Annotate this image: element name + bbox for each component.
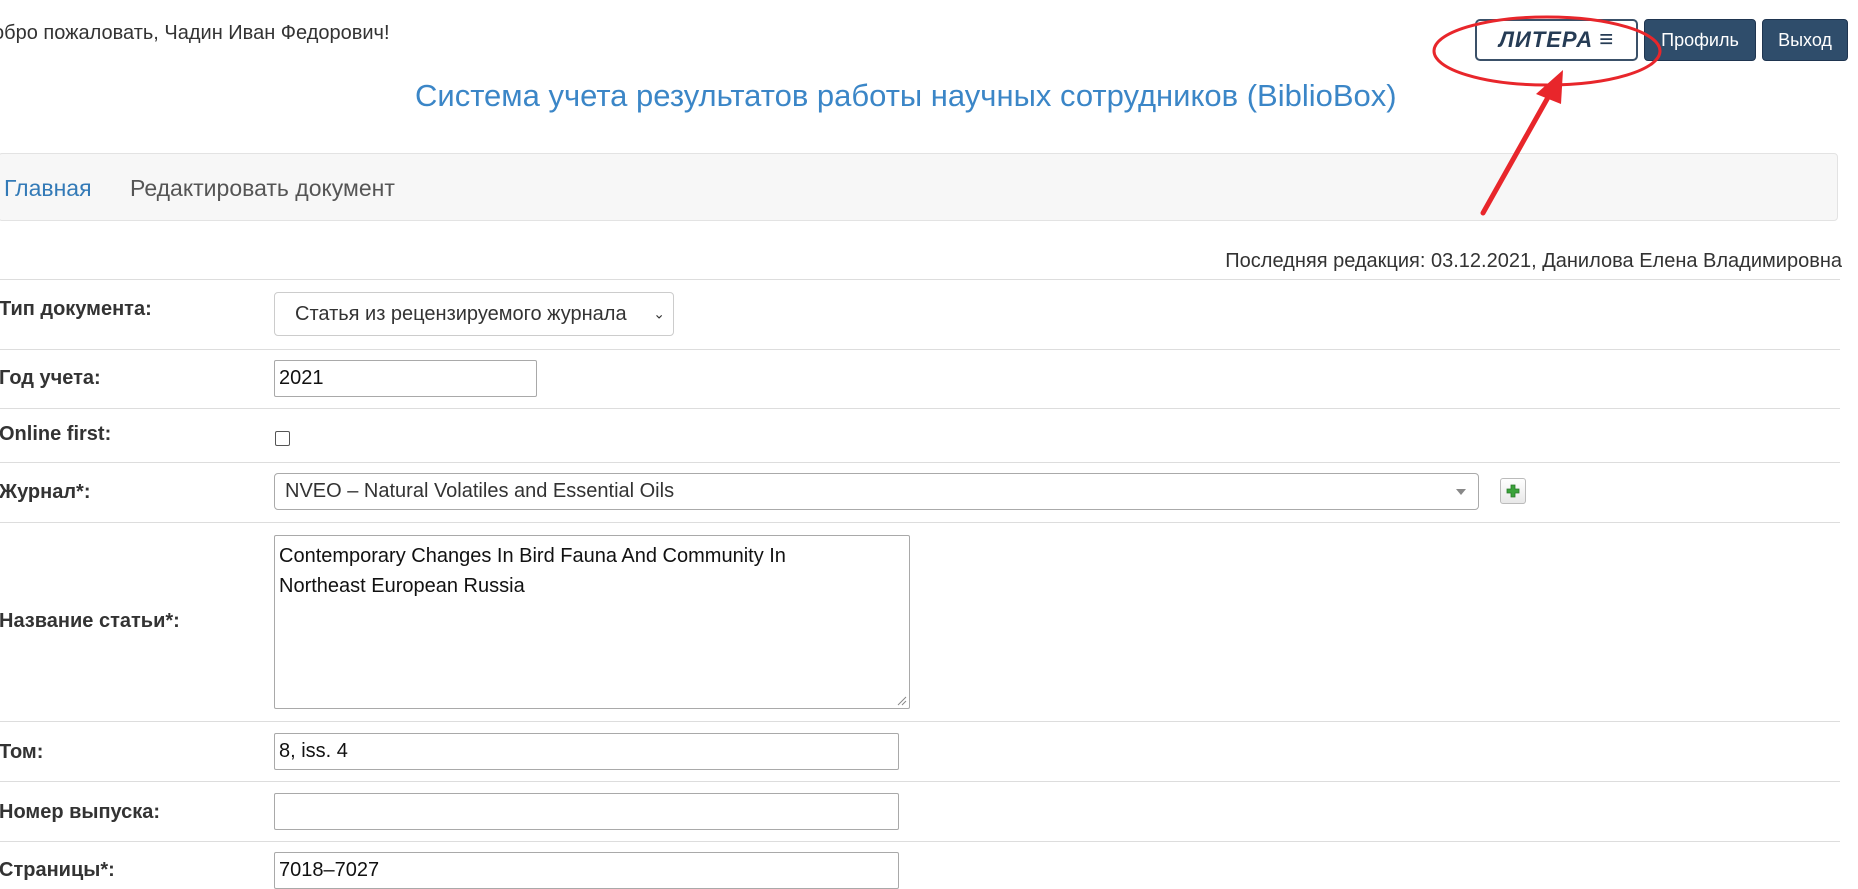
profile-button[interactable]: Профиль: [1644, 19, 1756, 61]
online-first-checkbox[interactable]: [275, 431, 290, 446]
form-row-separator: [0, 781, 1840, 782]
welcome-text: обро пожаловать, Чадин Иван Федорович!: [0, 22, 390, 44]
add-journal-button[interactable]: [1500, 478, 1526, 504]
chevron-down-icon: ⌄: [653, 305, 665, 322]
form-row-separator: [0, 279, 1840, 280]
dropdown-arrow-icon: [1456, 488, 1466, 495]
pages-label: Страницы*:: [0, 859, 115, 881]
resize-grip-icon[interactable]: [897, 696, 907, 706]
year-label: Год учета:: [0, 367, 101, 389]
breadcrumb-navbar: Главная Редактировать документ: [0, 153, 1838, 221]
annotation-overlay: [1432, 15, 1662, 216]
litera-label: ЛИТЕРА: [1498, 27, 1594, 52]
annotation-arrow-head: [1536, 70, 1563, 104]
year-input[interactable]: 2021: [274, 360, 537, 397]
plus-icon: [1506, 484, 1520, 498]
form-row-separator: [0, 841, 1840, 842]
last-edit-info: Последняя редакция: 03.12.2021, Данилова…: [1225, 250, 1842, 272]
hamburger-icon: ≡: [1599, 26, 1615, 53]
article-title-label: Название статьи*:: [0, 610, 180, 632]
article-title-textarea[interactable]: Contemporary Changes In Bird Fauna And C…: [274, 535, 910, 709]
issue-label: Номер выпуска:: [0, 801, 161, 823]
online-first-label: Online first:: [0, 423, 112, 445]
exit-button[interactable]: Выход: [1762, 19, 1848, 61]
litera-button[interactable]: ЛИТЕРА ≡: [1475, 19, 1638, 61]
nav-item-edit-document: Редактировать документ: [130, 175, 395, 201]
journal-label: Журнал*:: [0, 481, 91, 503]
site-title: Система учета результатов работы научных…: [415, 78, 1397, 113]
volume-label: Том:: [0, 741, 44, 763]
issue-input[interactable]: [274, 793, 899, 830]
doc-type-select[interactable]: Статья из рецензируемого журнала ⌄: [274, 292, 674, 336]
form-row-separator: [0, 522, 1840, 523]
form-row-separator: [0, 462, 1840, 463]
doc-type-label: Тип документа:: [0, 298, 152, 320]
journal-value: NVEO – Natural Volatiles and Essential O…: [285, 480, 675, 502]
form-row-separator: [0, 408, 1840, 409]
doc-type-value: Статья из рецензируемого журнала: [295, 302, 627, 325]
header-actions: ЛИТЕРА ≡ Профиль Выход: [1475, 18, 1848, 62]
nav-link-home[interactable]: Главная: [4, 175, 92, 202]
journal-select[interactable]: NVEO – Natural Volatiles and Essential O…: [274, 473, 1479, 510]
volume-input[interactable]: 8, iss. 4: [274, 733, 899, 770]
pages-input[interactable]: 7018–7027: [274, 852, 899, 889]
form-row-separator: [0, 349, 1840, 350]
form-row-separator: [0, 721, 1840, 722]
